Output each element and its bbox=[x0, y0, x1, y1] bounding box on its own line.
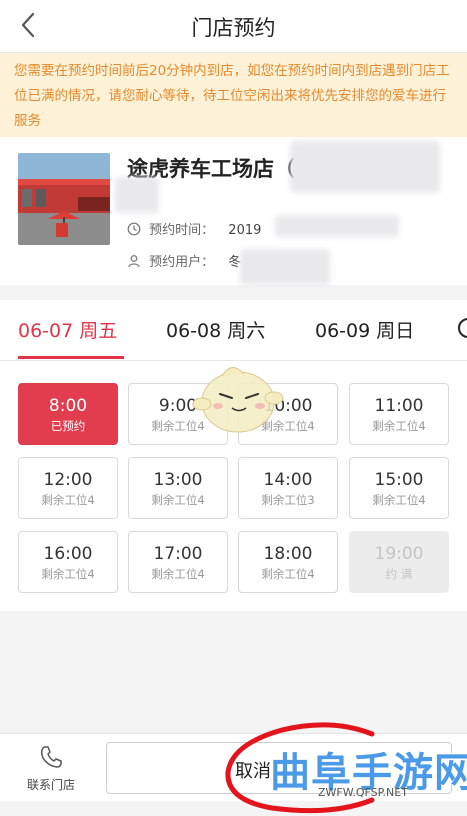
time-slot[interactable]: 8:00 已预约 bbox=[18, 383, 118, 445]
time-slot[interactable]: 19:00 约 满 bbox=[349, 531, 449, 593]
header-bar: 门店预约 bbox=[0, 0, 467, 53]
time-slot[interactable]: 13:00 剩余工位4 bbox=[128, 457, 228, 519]
slot-time: 19:00 bbox=[374, 544, 424, 564]
appointment-user-label: 预约用户： bbox=[149, 255, 215, 270]
slot-time: 18:00 bbox=[263, 544, 313, 564]
active-tab-indicator bbox=[18, 356, 124, 359]
time-slot[interactable]: 15:00 剩余工位4 bbox=[349, 457, 449, 519]
slot-status: 剩余工位4 bbox=[41, 493, 95, 507]
slot-time: 16:00 bbox=[43, 544, 93, 564]
contact-store-label: 联系门店 bbox=[26, 778, 75, 792]
clock-icon bbox=[127, 222, 141, 236]
time-slot[interactable]: 11:00 剩余工位4 bbox=[349, 383, 449, 445]
time-slot[interactable]: 18:00 剩余工位4 bbox=[238, 531, 338, 593]
empty-area bbox=[0, 611, 467, 733]
user-icon bbox=[128, 255, 140, 268]
mascot-sticker-image bbox=[192, 367, 284, 433]
slot-status: 剩余工位4 bbox=[41, 567, 95, 581]
slot-time: 13:00 bbox=[153, 470, 203, 490]
appointment-user-row: 预约用户： 冬 bbox=[127, 251, 241, 270]
watermark-url: ZWFW.QFSP.NET bbox=[318, 786, 408, 799]
time-slot[interactable]: 14:00 剩余工位3 bbox=[238, 457, 338, 519]
privacy-blur bbox=[240, 249, 330, 285]
slot-time: 15:00 bbox=[374, 470, 424, 490]
slot-status: 已预约 bbox=[50, 419, 86, 433]
privacy-blur bbox=[275, 215, 399, 237]
page-title: 门店预约 bbox=[191, 16, 276, 40]
appointment-time-row: 预约时间： 2019 bbox=[127, 219, 261, 238]
store-card: 途虎养车工场店（石 预约时间： 2019 预约用户： 冬 bbox=[0, 137, 467, 285]
slot-time: 17:00 bbox=[153, 544, 203, 564]
privacy-blur bbox=[290, 141, 440, 193]
time-slot[interactable]: 17:00 剩余工位4 bbox=[128, 531, 228, 593]
phone-icon bbox=[40, 746, 62, 768]
time-slot[interactable]: 12:00 剩余工位4 bbox=[18, 457, 118, 519]
slot-status: 剩余工位3 bbox=[261, 493, 315, 507]
notice-banner: 您需要在预约时间前后20分钟内到店，如您在预约时间内到店遇到门店工位已满的情况，… bbox=[0, 53, 467, 137]
store-photo bbox=[18, 153, 110, 245]
slot-time: 12:00 bbox=[43, 470, 93, 490]
date-tabs: 06-07 周五 06-08 周六 06-09 周日 bbox=[0, 300, 467, 361]
slot-status: 剩余工位4 bbox=[261, 567, 315, 581]
time-slot[interactable]: 16:00 剩余工位4 bbox=[18, 531, 118, 593]
slot-time: 8:00 bbox=[48, 396, 88, 416]
slot-status: 约 满 bbox=[385, 567, 413, 581]
appointment-time-value: 2019 bbox=[228, 223, 262, 238]
slot-status: 剩余工位4 bbox=[151, 567, 205, 581]
slot-time: 14:00 bbox=[263, 470, 313, 490]
date-tab-0608[interactable]: 06-08 周六 bbox=[166, 316, 265, 343]
date-tab-0607[interactable]: 06-07 周五 bbox=[18, 316, 117, 343]
slot-time: 11:00 bbox=[374, 396, 424, 416]
appointment-time-label: 预约时间： bbox=[149, 223, 215, 238]
slot-status: 剩余工位4 bbox=[372, 493, 426, 507]
slot-status: 剩余工位4 bbox=[151, 493, 205, 507]
privacy-blur bbox=[115, 177, 159, 213]
date-tab-more[interactable] bbox=[458, 318, 467, 338]
contact-store-button[interactable]: 联系门店 bbox=[20, 744, 82, 793]
slot-status: 剩余工位4 bbox=[372, 419, 426, 433]
date-tab-0609[interactable]: 06-09 周日 bbox=[315, 316, 414, 343]
